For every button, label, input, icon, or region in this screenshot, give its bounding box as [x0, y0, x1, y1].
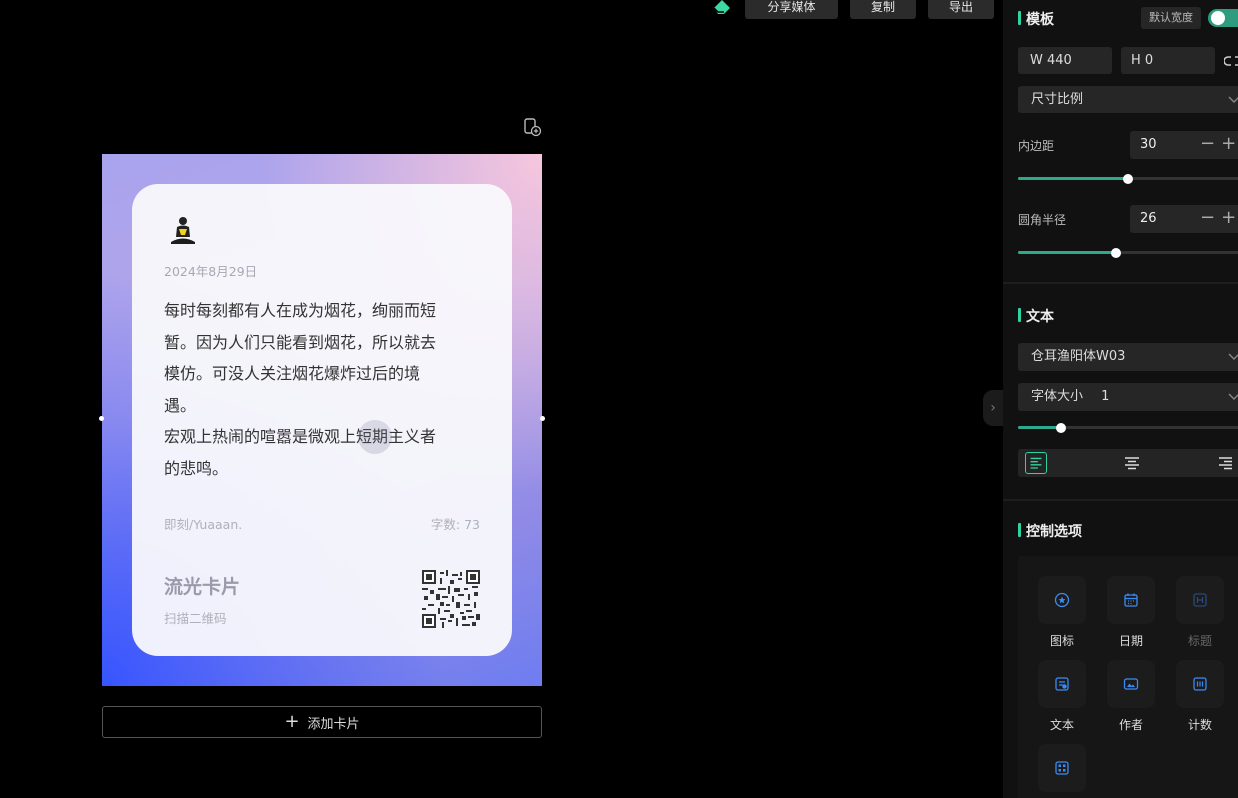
padding-stepper[interactable]: 30 −+: [1130, 131, 1238, 159]
divider: [1003, 282, 1238, 284]
font-size-slider-fill: [1018, 426, 1062, 429]
height-input[interactable]: H 0: [1121, 47, 1215, 74]
font-size-slider[interactable]: [1018, 423, 1238, 433]
default-width-toggle[interactable]: [1208, 9, 1238, 27]
padding-slider-knob[interactable]: [1123, 174, 1134, 184]
radius-value: 26: [1140, 211, 1157, 226]
control-label-author: 作者: [1118, 718, 1143, 732]
resize-handle-left[interactable]: [99, 416, 104, 421]
toggle-heading-option[interactable]: [1176, 576, 1224, 624]
font-size-select[interactable]: 字体大小 1: [1018, 383, 1238, 411]
control-label-icon: 图标: [1049, 634, 1074, 648]
chevron-down-icon: [1228, 96, 1238, 103]
avatar: [171, 217, 195, 244]
toggle-author-option[interactable]: [1107, 660, 1155, 708]
share-media-button[interactable]: 分享媒体: [745, 0, 838, 19]
qrcode: [422, 570, 480, 628]
collapse-panel-button[interactable]: ›: [983, 390, 1003, 426]
control-label-text: 文本: [1049, 718, 1074, 732]
padding-minus-plus[interactable]: −+: [1200, 133, 1238, 154]
align-left-icon[interactable]: [1025, 452, 1047, 474]
font-select-value: 仓耳渔阳体W03: [1031, 349, 1126, 364]
duplicate-card-icon[interactable]: [522, 117, 542, 137]
export-button[interactable]: 导出: [928, 0, 994, 19]
controls-section-title: 控制选项: [1018, 521, 1082, 541]
control-options-grid: 图标 日期 标题 文本 作者 计数: [1018, 556, 1238, 798]
align-right-icon[interactable]: [1214, 452, 1236, 474]
plus-icon: +: [284, 711, 300, 732]
mouse-cursor: [358, 420, 392, 454]
padding-slider[interactable]: [1018, 174, 1238, 184]
radius-slider[interactable]: [1018, 248, 1238, 258]
content-card: 2024年8月29日 每时每刻都有人在成为烟花，绚丽而短 暂。因为人们只能看到烟…: [132, 184, 512, 656]
card-author: 即刻/Yuaaan.: [164, 517, 243, 532]
add-card-button[interactable]: + 添加卡片: [102, 706, 542, 738]
toggle-counter-option[interactable]: [1176, 660, 1224, 708]
copy-button[interactable]: 复制: [850, 0, 916, 19]
radius-minus-plus[interactable]: −+: [1200, 207, 1238, 228]
card-word-count: 字数: 73: [430, 517, 480, 532]
add-card-label: 添加卡片: [307, 716, 360, 732]
author-icon: [1123, 678, 1139, 690]
padding-value: 30: [1140, 137, 1157, 152]
chevron-down-icon: [1228, 353, 1238, 360]
toggle-text-option[interactable]: [1038, 660, 1086, 708]
link-icon[interactable]: [1224, 55, 1238, 67]
control-label-counter: 计数: [1187, 718, 1212, 732]
eraser-icon[interactable]: [711, 0, 733, 15]
font-select[interactable]: 仓耳渔阳体W03: [1018, 343, 1238, 371]
icon-icon: [1054, 592, 1070, 608]
counter-icon: [1193, 677, 1207, 691]
chevron-down-icon: [1228, 393, 1238, 400]
padding-slider-fill: [1018, 177, 1129, 180]
resize-handle-right[interactable]: [540, 416, 545, 421]
card-body-text: 每时每刻都有人在成为烟花，绚丽而短 暂。因为人们只能看到烟花，所以就去 模仿。可…: [164, 301, 437, 478]
calendar-icon: [1124, 593, 1138, 607]
divider: [1003, 499, 1238, 501]
template-section-title: 模板: [1018, 9, 1054, 29]
radius-slider-fill: [1018, 251, 1117, 254]
radius-stepper[interactable]: 26 −+: [1130, 205, 1238, 233]
card-scan-hint: 扫描二维码: [164, 611, 227, 626]
toggle-qrcode-option[interactable]: [1038, 744, 1086, 792]
text-section-title: 文本: [1018, 306, 1054, 326]
toggle-date-option[interactable]: [1107, 576, 1155, 624]
default-width-label: 默认宽度: [1141, 7, 1201, 29]
qrcode-icon: [1055, 761, 1069, 775]
control-label-date: 日期: [1118, 634, 1143, 648]
align-center-icon[interactable]: [1121, 452, 1143, 474]
card-brand-title: 流光卡片: [164, 576, 241, 598]
chevron-right-icon: ›: [990, 400, 996, 416]
radius-label: 圆角半径: [1018, 213, 1067, 227]
padding-label: 内边距: [1018, 139, 1055, 153]
font-size-value: 1: [1101, 389, 1110, 404]
width-input[interactable]: W 440: [1018, 47, 1112, 74]
font-size-label: 字体大小: [1031, 389, 1084, 404]
settings-panel: 模板 默认宽度 W 440 H 0 尺寸比例 内边距 30 −+ 圆角半径 26…: [1003, 0, 1238, 798]
toggle-icon-option[interactable]: [1038, 576, 1086, 624]
radius-slider-knob[interactable]: [1111, 248, 1122, 258]
text-icon: [1055, 677, 1069, 691]
ratio-select-value: 尺寸比例: [1031, 92, 1084, 107]
font-size-slider-knob[interactable]: [1056, 423, 1067, 433]
control-label-heading: 标题: [1187, 634, 1212, 648]
card-canvas: 2024年8月29日 每时每刻都有人在成为烟花，绚丽而短 暂。因为人们只能看到烟…: [99, 154, 545, 686]
card-date: 2024年8月29日: [164, 264, 258, 279]
heading-icon: [1193, 593, 1207, 607]
ratio-select[interactable]: 尺寸比例: [1018, 86, 1238, 113]
text-align-group: [1018, 449, 1238, 477]
